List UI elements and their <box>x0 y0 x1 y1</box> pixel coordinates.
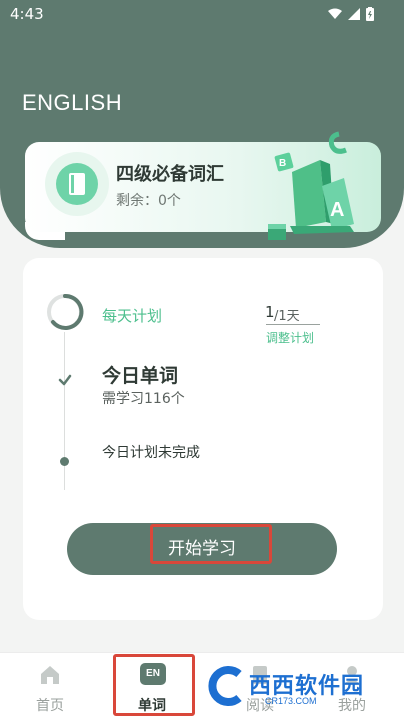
start-learning-button[interactable]: 开始学习 <box>67 523 337 575</box>
wifi-icon <box>328 8 342 19</box>
timeline-line <box>64 332 65 490</box>
nav-item-words[interactable]: EN 单词 <box>112 653 192 718</box>
watermark-logo: 西西软件园 CR173.COM <box>205 664 385 712</box>
app-title: ENGLISH <box>22 90 123 115</box>
status-icons <box>328 7 374 21</box>
book-icon <box>56 163 98 205</box>
book-title: 四级必备词汇 <box>116 164 224 185</box>
status-time: 4:43 <box>10 5 44 23</box>
ratio-divider <box>266 324 320 325</box>
en-icon: EN <box>140 663 166 685</box>
today-words-count: 需学习116个 <box>102 391 185 407</box>
signal-icon <box>348 8 360 20</box>
plan-days-total: /1天 <box>274 309 300 324</box>
home-icon <box>41 666 59 684</box>
nav-item-home[interactable]: 首页 <box>10 653 90 718</box>
watermark-subtext: CR173.COM <box>265 696 317 706</box>
timeline-dot <box>60 457 69 466</box>
nav-label-home: 首页 <box>36 698 64 714</box>
books-illustration-icon: B A <box>268 131 354 240</box>
svg-text:B: B <box>279 158 286 169</box>
plan-status: 今日计划未完成 <box>102 445 200 461</box>
daily-plan-label: 每天计划 <box>102 307 163 325</box>
nav-label-words: 单词 <box>138 698 166 714</box>
today-words-title: 今日单词 <box>102 365 179 387</box>
progress-ring <box>47 293 84 330</box>
battery-icon <box>366 7 374 21</box>
check-icon <box>58 374 72 386</box>
watermark-c-icon <box>208 666 242 706</box>
svg-text:A: A <box>330 199 344 221</box>
adjust-plan-link[interactable]: 调整计划 <box>266 329 314 346</box>
status-bar: 4:43 <box>0 0 404 28</box>
book-remaining: 剩余：0个 <box>116 193 181 209</box>
